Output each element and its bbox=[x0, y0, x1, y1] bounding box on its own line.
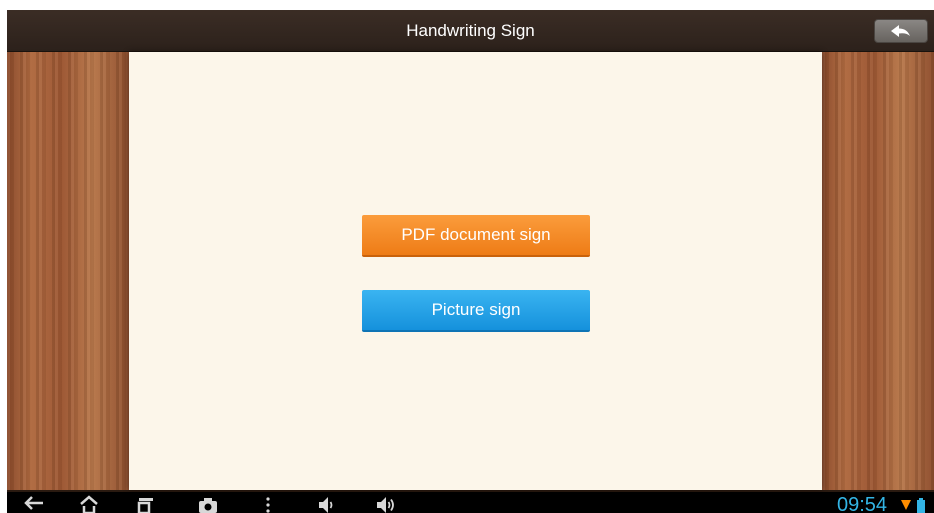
back-icon[interactable] bbox=[23, 495, 45, 513]
volume-down-icon[interactable] bbox=[317, 495, 335, 513]
home-icon[interactable] bbox=[78, 495, 100, 513]
wifi-icon bbox=[900, 498, 912, 513]
recent-apps-icon[interactable] bbox=[137, 495, 155, 513]
volume-up-icon[interactable] bbox=[375, 495, 397, 513]
title-bar: Handwriting Sign bbox=[7, 10, 934, 52]
paper-area: PDF document sign Picture sign bbox=[129, 52, 822, 490]
wood-panel-left bbox=[7, 52, 129, 490]
menu-icon[interactable] bbox=[265, 495, 271, 513]
back-button[interactable] bbox=[874, 19, 928, 43]
page-title: Handwriting Sign bbox=[406, 21, 535, 40]
system-navigation-bar: 09:54 bbox=[7, 492, 934, 513]
pdf-document-sign-button[interactable]: PDF document sign bbox=[362, 215, 590, 257]
picture-sign-button[interactable]: Picture sign bbox=[362, 290, 590, 332]
camera-icon[interactable] bbox=[197, 495, 219, 513]
battery-icon bbox=[917, 498, 925, 513]
back-arrow-icon bbox=[891, 25, 910, 37]
app-screen: Handwriting Sign PDF document sign Pictu… bbox=[7, 10, 934, 513]
status-clock: 09:54 bbox=[837, 494, 888, 513]
wood-panel-right bbox=[822, 52, 934, 490]
